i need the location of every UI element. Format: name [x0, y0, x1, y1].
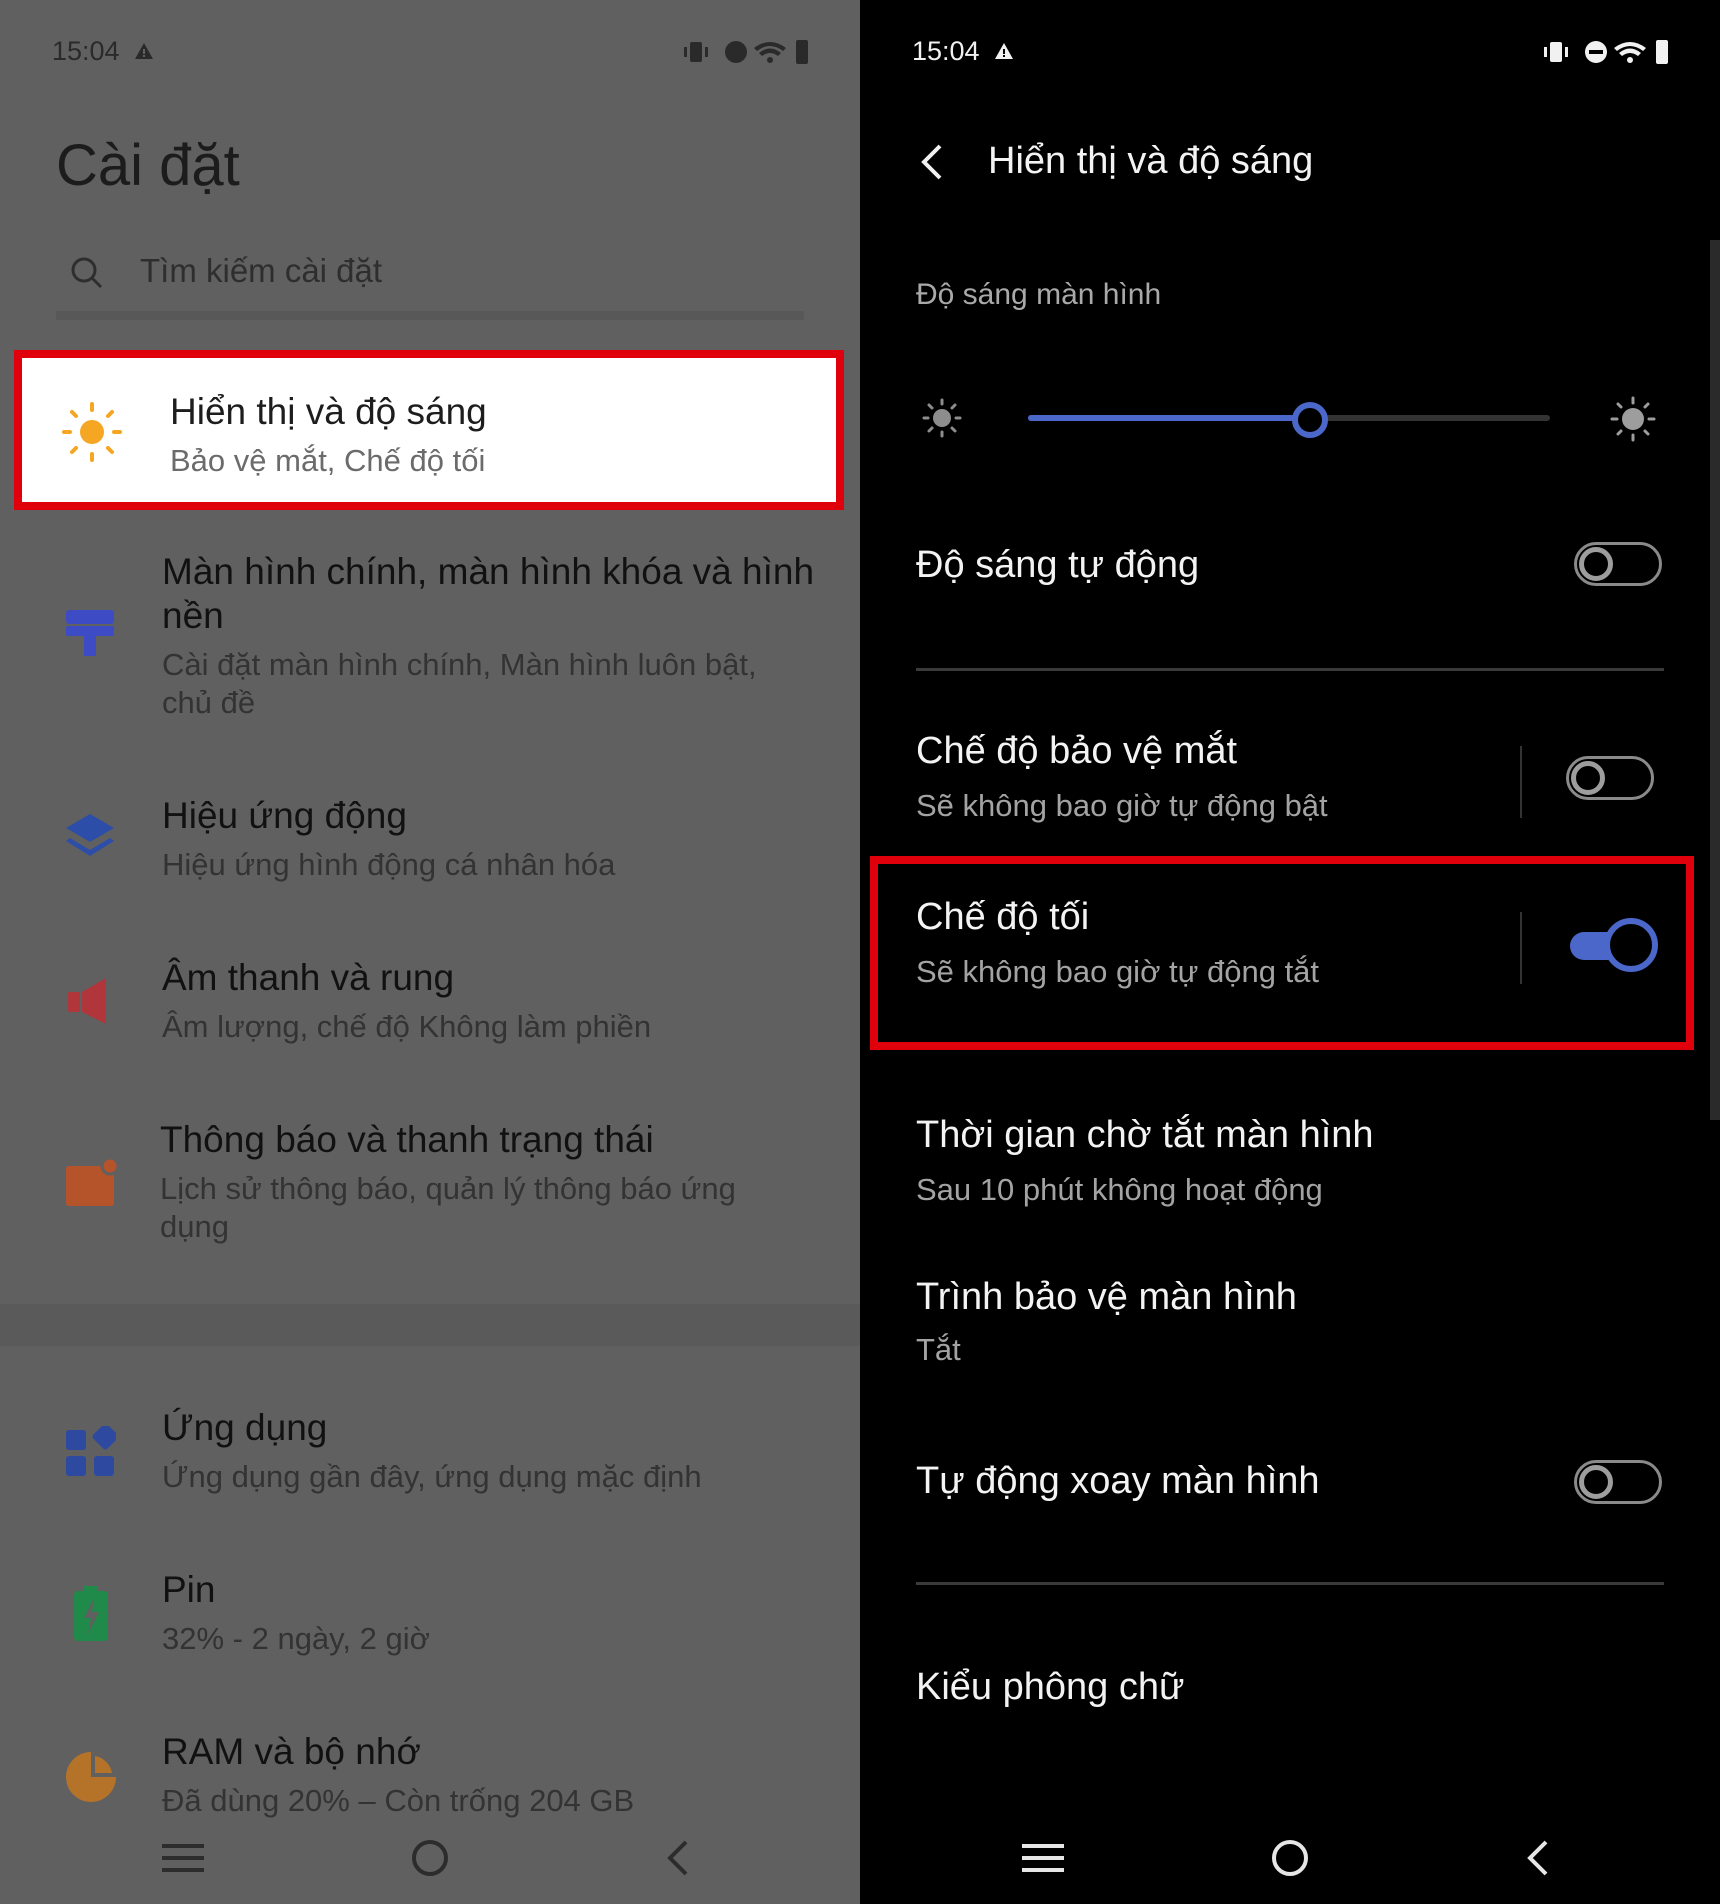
screensaver-subtitle: Tắt: [916, 1332, 961, 1367]
battery-icon: [74, 1586, 108, 1641]
status-icons: [684, 40, 808, 64]
home-nav-icon[interactable]: [1270, 1838, 1310, 1878]
dark-mode-row[interactable]: Chế độ tối Sẽ không bao giờ tự động tắt: [860, 890, 1720, 1010]
item-title: Thông báo và thanh trạng thái: [160, 1119, 654, 1160]
dark-mode-subtitle: Sẽ không bao giờ tự động tắt: [916, 954, 1320, 989]
dark-mode-toggle[interactable]: [1570, 918, 1658, 972]
menu-nav-icon[interactable]: [1022, 1842, 1064, 1874]
apps-icon: [66, 1426, 116, 1476]
item-subtitle: Âm lượng, chế độ Không làm phiền: [162, 1009, 652, 1044]
settings-item-sound[interactable]: Âm thanh và rung Âm lượng, chế độ Không …: [0, 952, 860, 1062]
brightness-low-icon: [922, 398, 962, 438]
settings-item-apps[interactable]: Ứng dụng Ứng dụng gần đây, ứng dụng mặc …: [0, 1402, 860, 1512]
settings-item-notifications[interactable]: Thông báo và thanh trạng thái Lịch sử th…: [0, 1114, 860, 1264]
font-style-title: Kiểu phông chữ: [916, 1666, 1185, 1708]
item-subtitle: 32% - 2 ngày, 2 giờ: [162, 1621, 430, 1656]
toggle-knob: [1604, 918, 1658, 972]
sun-icon: [62, 402, 122, 462]
status-time: 15:04: [52, 36, 120, 66]
screensaver-title: Trình bảo vệ màn hình: [916, 1276, 1297, 1318]
auto-rotate-row[interactable]: Tự động xoay màn hình: [860, 1446, 1720, 1536]
item-title: Âm thanh và rung: [162, 957, 455, 998]
screen-timeout-title: Thời gian chờ tắt màn hình: [916, 1114, 1374, 1156]
item-subtitle: Bảo vệ mắt, Chế độ tối: [170, 443, 486, 478]
settings-item-storage[interactable]: RAM và bộ nhớ Đã dùng 20% – Còn trống 20…: [0, 1726, 860, 1836]
search-placeholder: Tìm kiếm cài đặt: [140, 252, 383, 289]
item-title: RAM và bộ nhớ: [162, 1731, 421, 1772]
speaker-icon: [68, 978, 106, 1024]
item-title: Pin: [162, 1569, 216, 1610]
section-divider: [0, 1304, 860, 1346]
header-title: Hiển thị và độ sáng: [988, 140, 1314, 182]
item-subtitle: Hiệu ứng hình động cá nhân hóa: [162, 847, 616, 882]
menu-nav-icon[interactable]: [162, 1842, 204, 1874]
eye-protection-subtitle: Sẽ không bao giờ tự động bật: [916, 788, 1328, 823]
auto-rotate-toggle[interactable]: [1574, 1460, 1662, 1504]
auto-rotate-title: Tự động xoay màn hình: [916, 1460, 1320, 1502]
dark-mode-title: Chế độ tối: [916, 896, 1090, 938]
item-subtitle: Lịch sử thông báo, quản lý thông báo ứng…: [160, 1171, 736, 1244]
auto-brightness-title: Độ sáng tự động: [916, 544, 1200, 586]
status-icons: [1544, 40, 1668, 64]
settings-item-animations[interactable]: Hiệu ứng động Hiệu ứng hình động cá nhân…: [0, 790, 860, 900]
display-brightness-screen: 15:04 Hiển thị và độ sáng Độ sáng màn hì…: [860, 0, 1720, 1904]
search-icon: [71, 257, 103, 289]
notification-icon: [66, 1156, 120, 1206]
brightness-slider[interactable]: [1028, 402, 1550, 438]
font-style-row[interactable]: Kiểu phông chữ: [860, 1650, 1720, 1730]
warning-icon: [995, 43, 1013, 59]
back-arrow-icon[interactable]: [916, 142, 946, 182]
slider-fill: [1028, 415, 1310, 421]
divider: [916, 1582, 1664, 1585]
item-title: Ứng dụng: [162, 1407, 328, 1448]
separator: [1520, 912, 1522, 984]
eye-protection-row[interactable]: Chế độ bảo vệ mắt Sẽ không bao giờ tự độ…: [860, 724, 1720, 844]
back-nav-icon[interactable]: [1522, 1838, 1552, 1878]
status-time: 15:04: [912, 36, 980, 66]
separator: [1520, 746, 1522, 818]
brightness-high-icon: [1610, 396, 1656, 442]
auto-brightness-toggle[interactable]: [1574, 542, 1662, 586]
page-title: Cài đặt: [56, 133, 240, 198]
settings-item-display[interactable]: Hiển thị và độ sáng Bảo vệ mắt, Chế độ t…: [14, 350, 844, 510]
back-nav-icon[interactable]: [662, 1838, 692, 1878]
item-subtitle: Đã dùng 20% – Còn trống 204 GB: [162, 1783, 635, 1818]
screen-timeout-subtitle: Sau 10 phút không hoạt động: [916, 1172, 1323, 1207]
slider-thumb[interactable]: [1292, 402, 1328, 438]
item-title: Màn hình chính, màn hình khóa và hình nề…: [162, 551, 815, 636]
item-title: Hiệu ứng động: [162, 795, 407, 836]
item-subtitle: Ứng dụng gần đây, ứng dụng mặc định: [162, 1459, 702, 1494]
screen-timeout-row[interactable]: Thời gian chờ tắt màn hình Sau 10 phút k…: [860, 1110, 1720, 1230]
storage-pie-icon: [66, 1752, 116, 1802]
eye-protection-toggle[interactable]: [1566, 756, 1654, 800]
item-subtitle: Cài đặt màn hình chính, Màn hình luôn bậ…: [162, 647, 757, 720]
wallpaper-icon: [66, 610, 114, 656]
auto-brightness-row[interactable]: Độ sáng tự động: [860, 520, 1720, 610]
brightness-label: Độ sáng màn hình: [916, 278, 1162, 311]
warning-icon: [135, 43, 153, 59]
settings-screen: 15:04 Cài đặt Tìm kiếm cài đặt Hiển thị …: [0, 0, 860, 1904]
settings-item-battery[interactable]: Pin 32% - 2 ngày, 2 giờ: [0, 1564, 860, 1674]
layers-icon: [66, 814, 114, 856]
settings-item-home-screen[interactable]: Màn hình chính, màn hình khóa và hình nề…: [0, 540, 860, 730]
scrollbar[interactable]: [1710, 240, 1720, 1120]
eye-protection-title: Chế độ bảo vệ mắt: [916, 730, 1238, 772]
item-title: Hiển thị và độ sáng: [170, 391, 487, 432]
search-bar[interactable]: Tìm kiếm cài đặt: [56, 236, 804, 320]
divider: [916, 668, 1664, 671]
screensaver-row[interactable]: Trình bảo vệ màn hình Tắt: [860, 1272, 1720, 1392]
home-nav-icon[interactable]: [410, 1838, 450, 1878]
